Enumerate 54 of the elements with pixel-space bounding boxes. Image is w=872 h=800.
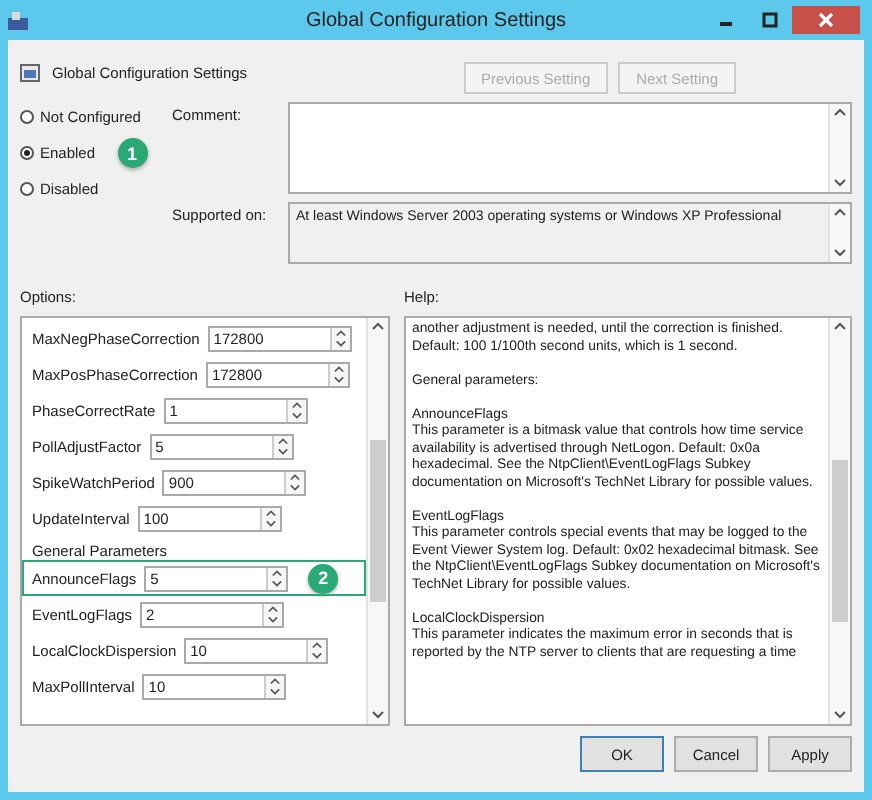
spin-down-icon[interactable]: [333, 338, 348, 348]
close-icon: [818, 12, 834, 28]
maximize-icon: [762, 12, 778, 28]
spin-down-icon[interactable]: [331, 374, 346, 384]
spin-up-icon[interactable]: [263, 508, 278, 518]
spin-button[interactable]: [264, 675, 285, 697]
spin-button[interactable]: [285, 399, 306, 421]
spin-up-icon[interactable]: [275, 436, 290, 446]
spin-button[interactable]: [271, 435, 292, 457]
spin-down-icon[interactable]: [310, 650, 325, 660]
radio-button[interactable]: [20, 146, 34, 160]
spin-down-icon[interactable]: [289, 410, 304, 420]
spin-button[interactable]: [327, 363, 348, 385]
spin-down-icon[interactable]: [270, 578, 285, 588]
step-badge: 2: [308, 563, 339, 593]
spin-up-icon[interactable]: [333, 328, 348, 338]
spin-down-icon[interactable]: [263, 518, 278, 528]
scroll-down-icon[interactable]: [832, 708, 848, 722]
policy-icon: [8, 11, 28, 29]
close-button[interactable]: [792, 6, 860, 34]
spin-button[interactable]: [262, 603, 283, 625]
spin-down-icon[interactable]: [266, 614, 281, 624]
scroll-up-icon[interactable]: [832, 206, 848, 220]
scroll-up-icon[interactable]: [832, 106, 848, 120]
spin-up-icon[interactable]: [331, 364, 346, 374]
radio-button[interactable]: [20, 110, 34, 124]
spin-up-icon[interactable]: [266, 604, 281, 614]
spin-up-icon[interactable]: [289, 400, 304, 410]
comment-field[interactable]: [288, 102, 852, 194]
step-badge: 1: [117, 138, 148, 168]
comment-scrollbar[interactable]: [828, 104, 850, 192]
spin-button[interactable]: [284, 471, 305, 493]
settings-window-icon: [20, 63, 40, 81]
spin-button[interactable]: [306, 639, 327, 661]
window-title: Global Configuration Settings: [305, 9, 567, 31]
help-scrollbar[interactable]: [828, 318, 850, 724]
spin-down-icon[interactable]: [268, 686, 283, 696]
scroll-down-icon[interactable]: [370, 708, 386, 722]
spin-button[interactable]: [329, 327, 350, 349]
radio-button[interactable]: [20, 182, 34, 196]
scroll-up-icon[interactable]: [832, 320, 848, 334]
spin-up-icon[interactable]: [268, 676, 283, 686]
options-scrollbar[interactable]: [366, 318, 388, 724]
spin-button[interactable]: [266, 567, 287, 589]
scroll-down-icon[interactable]: [832, 176, 848, 190]
spin-down-icon[interactable]: [275, 446, 290, 456]
scroll-up-icon[interactable]: [370, 320, 386, 334]
scroll-down-icon[interactable]: [832, 246, 848, 260]
spin-up-icon[interactable]: [270, 568, 285, 578]
spin-down-icon[interactable]: [288, 482, 303, 492]
spin-up-icon[interactable]: [288, 472, 303, 482]
spin-up-icon[interactable]: [310, 640, 325, 650]
supported-scrollbar[interactable]: [828, 204, 850, 262]
spin-button[interactable]: [259, 507, 280, 529]
